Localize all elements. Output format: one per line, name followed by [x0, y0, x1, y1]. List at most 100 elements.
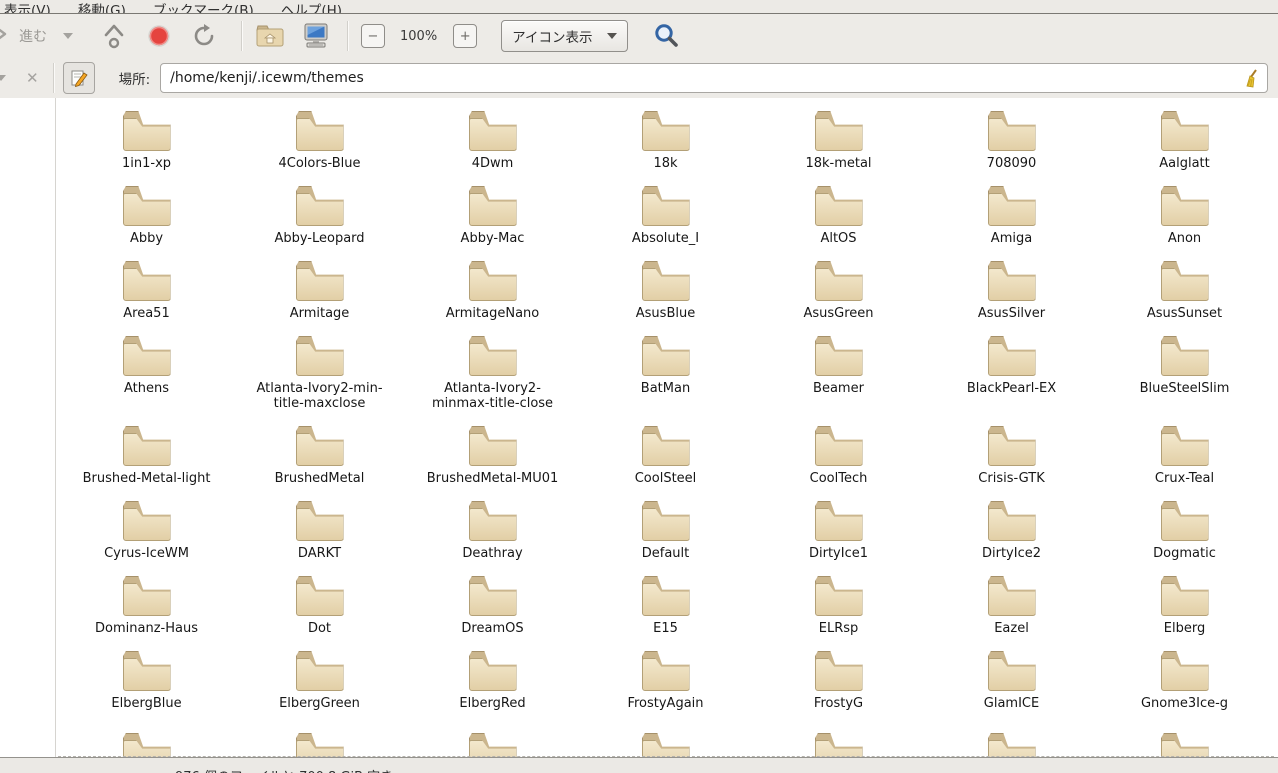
folder-item[interactable]: BrushedMetal-MU01 — [406, 413, 579, 488]
zoom-out-button[interactable]: − — [361, 24, 385, 48]
location-input-wrap — [160, 63, 1268, 93]
folder-item[interactable]: Abby — [60, 173, 233, 248]
location-input[interactable] — [160, 63, 1268, 93]
computer-button[interactable] — [301, 22, 331, 50]
folder-item[interactable] — [60, 713, 233, 758]
folder-item[interactable]: 18k-metal — [752, 98, 925, 173]
folder-item[interactable]: Atlanta-Ivory2-min-title-maxclose — [233, 323, 406, 413]
folder-item[interactable] — [925, 713, 1098, 758]
folder-item[interactable]: Abby-Mac — [406, 173, 579, 248]
view-mode-dropdown[interactable]: アイコン表示 — [501, 20, 627, 52]
forward-arrow-icon[interactable] — [0, 26, 9, 46]
pane-splitter[interactable] — [55, 98, 56, 758]
close-icon[interactable]: ✕ — [26, 69, 39, 87]
folder-item[interactable]: BlackPearl-EX — [925, 323, 1098, 413]
folder-item[interactable] — [406, 713, 579, 758]
folder-icon — [296, 501, 344, 541]
folder-item[interactable]: Atlanta-Ivory2-minmax-title-close — [406, 323, 579, 413]
folder-item[interactable]: DirtyIce2 — [925, 488, 1098, 563]
folder-item[interactable]: Anon — [1098, 173, 1271, 248]
folder-item[interactable] — [1098, 713, 1271, 758]
icon-view[interactable]: 1in1-xp 4Colors-Blue 4Dwm 18k 18k-metal … — [0, 98, 1278, 758]
clear-location-broom-icon[interactable] — [1241, 68, 1261, 92]
folder-item[interactable]: 18k — [579, 98, 752, 173]
folder-item[interactable]: ElbergRed — [406, 638, 579, 713]
sidebar-caret-icon[interactable] — [0, 75, 6, 81]
folder-item[interactable]: Eazel — [925, 563, 1098, 638]
folder-item[interactable]: 4Dwm — [406, 98, 579, 173]
folder-name: BlackPearl-EX — [967, 381, 1056, 396]
stop-button[interactable] — [147, 24, 171, 48]
folder-item[interactable]: AsusSilver — [925, 248, 1098, 323]
folder-item[interactable]: BatMan — [579, 323, 752, 413]
folder-item[interactable]: ElbergGreen — [233, 638, 406, 713]
home-button[interactable] — [255, 23, 285, 49]
folder-row: Abby Abby-Leopard Abby-Mac Absolute_I Al… — [60, 173, 1271, 248]
folder-item[interactable]: Crux-Teal — [1098, 413, 1271, 488]
folder-item[interactable]: Absolute_I — [579, 173, 752, 248]
folder-item[interactable]: Elberg — [1098, 563, 1271, 638]
folder-item[interactable]: BlueSteelSlim — [1098, 323, 1271, 413]
folder-item[interactable] — [233, 713, 406, 758]
folder-name: DirtyIce2 — [982, 546, 1041, 561]
folder-item[interactable]: Beamer — [752, 323, 925, 413]
folder-item[interactable]: Dogmatic — [1098, 488, 1271, 563]
menu-view[interactable]: 表示(V) — [4, 2, 51, 14]
folder-item[interactable]: DARKT — [233, 488, 406, 563]
forward-history-caret-icon[interactable] — [63, 33, 73, 39]
folder-item[interactable]: Crisis-GTK — [925, 413, 1098, 488]
forward-button[interactable]: 進む — [19, 26, 47, 46]
folder-item[interactable]: Brushed-Metal-light — [60, 413, 233, 488]
folder-name: ElbergGreen — [279, 696, 360, 711]
folder-item[interactable]: AsusBlue — [579, 248, 752, 323]
toolbar: 進む — [0, 14, 1278, 58]
folder-item[interactable]: CoolTech — [752, 413, 925, 488]
folder-icon — [642, 111, 690, 151]
folder-item[interactable]: 1in1-xp — [60, 98, 233, 173]
folder-item[interactable]: ArmitageNano — [406, 248, 579, 323]
go-up-button[interactable] — [101, 22, 127, 50]
folder-item[interactable]: Abby-Leopard — [233, 173, 406, 248]
folder-item[interactable]: 708090 — [925, 98, 1098, 173]
menu-go[interactable]: 移動(G) — [78, 2, 126, 14]
folder-icon — [815, 261, 863, 301]
folder-item[interactable]: FrostyG — [752, 638, 925, 713]
folder-item[interactable]: Armitage — [233, 248, 406, 323]
folder-item[interactable]: AsusGreen — [752, 248, 925, 323]
folder-item[interactable]: Deathray — [406, 488, 579, 563]
folder-item[interactable]: Athens — [60, 323, 233, 413]
folder-item[interactable]: GlamICE — [925, 638, 1098, 713]
search-button[interactable] — [652, 22, 680, 50]
folder-item[interactable]: 4Colors-Blue — [233, 98, 406, 173]
zoom-in-button[interactable]: + — [453, 24, 477, 48]
folder-item[interactable]: DirtyIce1 — [752, 488, 925, 563]
reload-button[interactable] — [191, 23, 217, 49]
folder-name: 708090 — [987, 156, 1037, 171]
menu-bookmarks[interactable]: ブックマーク(B) — [153, 2, 254, 14]
folder-item[interactable]: E15 — [579, 563, 752, 638]
folder-item[interactable] — [579, 713, 752, 758]
folder-item[interactable] — [752, 713, 925, 758]
folder-icon — [123, 733, 171, 758]
folder-item[interactable]: AltOS — [752, 173, 925, 248]
view-mode-label: アイコン表示 — [512, 26, 592, 46]
folder-item[interactable]: Dominanz-Haus — [60, 563, 233, 638]
folder-item[interactable]: Amiga — [925, 173, 1098, 248]
folder-item[interactable]: Aalglatt — [1098, 98, 1271, 173]
folder-item[interactable]: DreamOS — [406, 563, 579, 638]
folder-item[interactable]: BrushedMetal — [233, 413, 406, 488]
folder-item[interactable]: Dot — [233, 563, 406, 638]
folder-item[interactable]: Cyrus-IceWM — [60, 488, 233, 563]
edit-location-toggle[interactable] — [63, 62, 95, 94]
folder-item[interactable]: CoolSteel — [579, 413, 752, 488]
menu-help[interactable]: ヘルプ(H) — [281, 2, 342, 14]
folder-item[interactable]: AsusSunset — [1098, 248, 1271, 323]
folder-item[interactable]: FrostyAgain — [579, 638, 752, 713]
folder-name: 1in1-xp — [122, 156, 171, 171]
folder-icon — [815, 651, 863, 691]
folder-item[interactable]: Area51 — [60, 248, 233, 323]
folder-item[interactable]: ELRsp — [752, 563, 925, 638]
folder-item[interactable]: Gnome3Ice-g — [1098, 638, 1271, 713]
folder-item[interactable]: ElbergBlue — [60, 638, 233, 713]
folder-item[interactable]: Default — [579, 488, 752, 563]
